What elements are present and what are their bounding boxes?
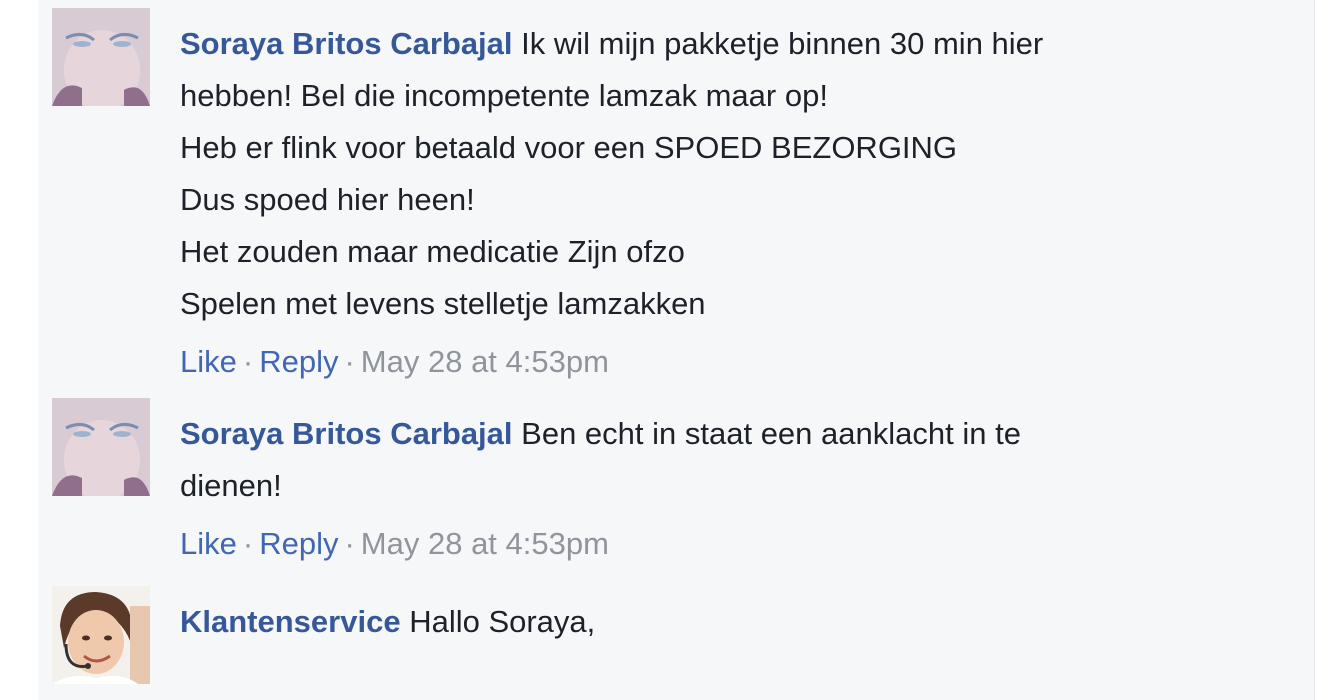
comment-body: Klantenservice Hallo Soraya, bbox=[180, 596, 1280, 648]
comment-text-line: Het zouden maar medicatie Zijn ofzo bbox=[180, 234, 685, 269]
comment-text-line: Hallo Soraya, bbox=[409, 604, 596, 639]
comment-thread: Soraya Britos Carbajal Ik wil mijn pakke… bbox=[38, 0, 1315, 700]
comment-text-line: dienen! bbox=[180, 468, 282, 503]
comment-body: Soraya Britos Carbajal Ben echt in staat… bbox=[180, 408, 1280, 570]
separator: · bbox=[344, 526, 355, 561]
comment-timestamp[interactable]: May 28 at 4:53pm bbox=[361, 526, 609, 561]
comment-first-line: Klantenservice Hallo Soraya, bbox=[180, 596, 1280, 648]
comment-author-link[interactable]: Soraya Britos Carbajal bbox=[180, 26, 513, 61]
separator: · bbox=[242, 344, 254, 379]
comment-first-line: Soraya Britos Carbajal Ik wil mijn pakke… bbox=[180, 18, 1280, 70]
comment-text-line: Ik wil mijn pakketje binnen 30 min hier bbox=[521, 26, 1044, 61]
comment-actions: Like · Reply · May 28 at 4:53pm bbox=[180, 336, 1280, 388]
comment-timestamp[interactable]: May 28 at 4:53pm bbox=[361, 344, 609, 379]
comment-author-link[interactable]: Klantenservice bbox=[180, 604, 401, 639]
user-avatar-icon[interactable] bbox=[52, 398, 150, 496]
like-link[interactable]: Like bbox=[180, 526, 237, 561]
separator: · bbox=[242, 526, 254, 561]
comment-text-line: Dus spoed hier heen! bbox=[180, 182, 475, 217]
comment-actions: Like · Reply · May 28 at 4:53pm bbox=[180, 518, 1280, 570]
comment-body: Soraya Britos Carbajal Ik wil mijn pakke… bbox=[180, 18, 1280, 388]
comment-text-line: Ben echt in staat een aanklacht in te bbox=[521, 416, 1021, 451]
comment-text-line: hebben! Bel die incompetente lamzak maar… bbox=[180, 78, 828, 113]
like-link[interactable]: Like bbox=[180, 344, 237, 379]
user-avatar-icon[interactable] bbox=[52, 8, 150, 106]
support-agent-avatar-icon[interactable] bbox=[52, 586, 150, 684]
reply-link[interactable]: Reply bbox=[259, 344, 338, 379]
comment-text-line: Heb er flink voor betaald voor een SPOED… bbox=[180, 130, 958, 165]
separator: · bbox=[344, 344, 355, 379]
reply-link[interactable]: Reply bbox=[259, 526, 338, 561]
comment-text-line: Spelen met levens stelletje lamzakken bbox=[180, 286, 706, 321]
comment-author-link[interactable]: Soraya Britos Carbajal bbox=[180, 416, 513, 451]
comment-first-line: Soraya Britos Carbajal Ben echt in staat… bbox=[180, 408, 1280, 460]
